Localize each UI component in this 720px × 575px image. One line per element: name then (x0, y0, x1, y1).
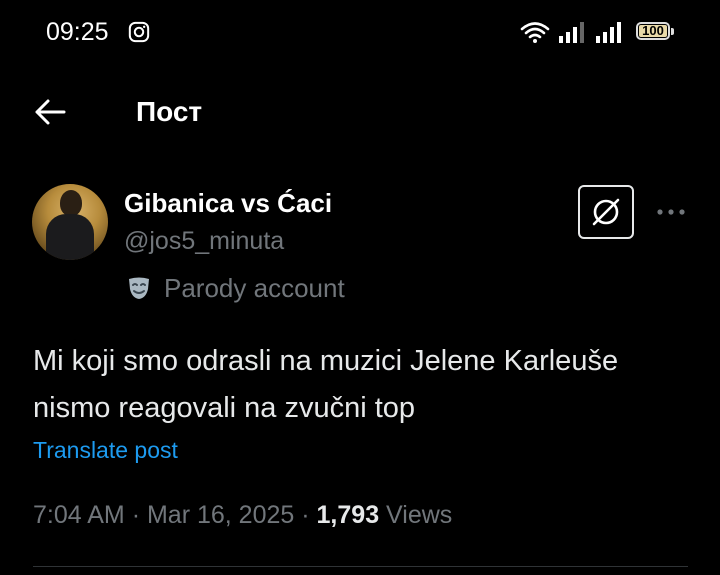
more-options-icon[interactable] (656, 204, 686, 220)
translate-post-link[interactable]: Translate post (33, 437, 178, 464)
wifi-icon (520, 22, 550, 43)
author-handle[interactable]: @jos5_minuta (124, 227, 284, 256)
parody-account-text: Parody account (164, 272, 345, 303)
meta-separator: · (301, 501, 310, 529)
signal-icon (559, 22, 584, 43)
status-bar: 09:25 100 (0, 0, 720, 64)
post-time[interactable]: 7:04 AM (33, 501, 125, 529)
page-title: Пост (136, 96, 203, 127)
back-button[interactable] (34, 98, 66, 126)
instagram-icon (128, 21, 150, 43)
grok-button[interactable] (578, 185, 634, 239)
author-display-name[interactable]: Gibanica vs Ćaci (124, 188, 332, 219)
theater-mask-icon (129, 277, 149, 299)
battery-icon: 100 (636, 22, 674, 40)
post-date[interactable]: Mar 16, 2025 (147, 501, 294, 529)
views-count: 1,793 (316, 501, 380, 529)
views-label: Views (386, 501, 453, 529)
signal-icon (596, 22, 621, 43)
post-meta: 7:04 AM · Mar 16, 2025 · 1,793 Views (33, 501, 452, 530)
status-time: 09:25 (46, 18, 109, 46)
battery-level: 100 (642, 23, 664, 38)
top-nav: Пост (0, 80, 720, 144)
meta-separator: · (131, 501, 141, 529)
parody-label: Parody account (126, 273, 345, 303)
grok-icon (592, 198, 620, 226)
post-text: Mi koji smo odrasli na muzici Jelene Kar… (33, 345, 619, 424)
divider (33, 566, 688, 567)
avatar[interactable] (32, 184, 108, 260)
